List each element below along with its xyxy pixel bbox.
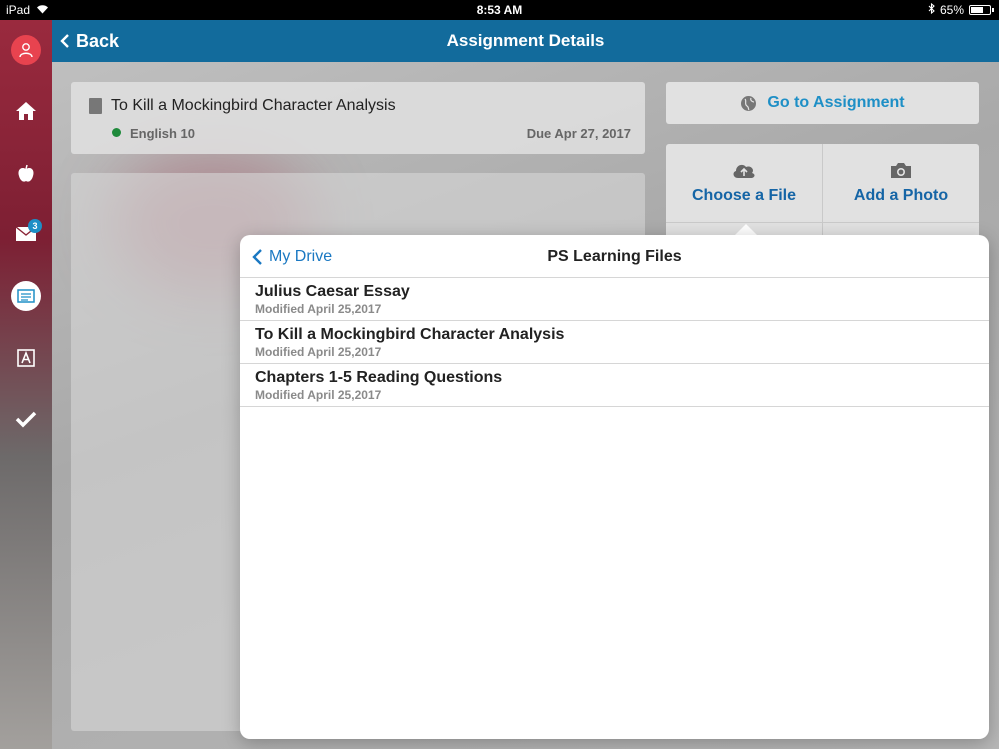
test-icon (17, 349, 35, 367)
sidebar-item-home[interactable] (0, 91, 52, 131)
go-to-assignment-button[interactable]: Go to Assignment (666, 82, 979, 124)
file-row[interactable]: To Kill a Mockingbird Character Analysis… (240, 321, 989, 364)
file-list: Julius Caesar Essay Modified April 25,20… (240, 278, 989, 407)
sidebar-item-mail[interactable]: 3 (0, 214, 52, 254)
camera-icon (891, 163, 911, 178)
cloud-upload-icon (733, 164, 755, 178)
file-modified: Modified April 25,2017 (255, 345, 382, 359)
assignment-title: To Kill a Mockingbird Character Analysis (111, 97, 396, 114)
choose-file-button[interactable]: Choose a File (666, 144, 822, 222)
notebook-icon (89, 98, 102, 114)
battery-percent: 65% (939, 3, 964, 17)
file-row[interactable]: Julius Caesar Essay Modified April 25,20… (240, 278, 989, 321)
file-name: To Kill a Mockingbird Character Analysis (255, 326, 565, 343)
globe-icon (741, 95, 757, 111)
status-time: 8:53 AM (476, 3, 523, 17)
battery-icon (969, 5, 994, 15)
sidebar-item-grades[interactable] (0, 154, 52, 194)
sidebar-item-profile[interactable] (0, 30, 52, 70)
popover-header: My Drive PS Learning Files (240, 235, 989, 278)
assignment-card: To Kill a Mockingbird Character Analysis… (71, 82, 645, 154)
add-photo-button[interactable]: Add a Photo (823, 144, 979, 222)
status-bar: iPad 8:53 AM 65% (0, 0, 999, 20)
avatar (11, 35, 41, 65)
divider (666, 222, 979, 223)
file-modified: Modified April 25,2017 (255, 388, 382, 402)
sidebar-item-assignments[interactable] (0, 276, 52, 316)
sidebar-item-test[interactable] (0, 338, 52, 378)
file-name: Julius Caesar Essay (255, 283, 410, 300)
bluetooth-icon (928, 2, 935, 17)
sidebar: 3 (0, 20, 52, 749)
home-icon (16, 102, 36, 120)
sidebar-item-completed[interactable] (0, 399, 52, 439)
file-name: Chapters 1-5 Reading Questions (255, 369, 503, 386)
assignment-due-date: Due Apr 27, 2017 (526, 126, 631, 141)
apple-icon (18, 164, 34, 182)
assignments-icon (11, 281, 41, 311)
popover-title: PS Learning Files (547, 248, 682, 265)
nav-bar: Back Assignment Details (52, 20, 999, 62)
go-to-assignment-label: Go to Assignment (767, 94, 905, 111)
file-row[interactable]: Chapters 1-5 Reading Questions Modified … (240, 364, 989, 407)
mail-badge: 3 (28, 219, 42, 233)
assignment-class: English 10 (130, 126, 196, 141)
class-status-dot (112, 128, 121, 137)
choose-file-label: Choose a File (691, 187, 797, 204)
user-icon (19, 43, 33, 58)
page-title: Assignment Details (446, 31, 605, 50)
file-modified: Modified April 25,2017 (255, 302, 382, 316)
file-picker-popover: My Drive PS Learning Files Julius Caesar… (240, 235, 989, 739)
checkmark-icon (15, 411, 37, 428)
add-photo-label: Add a Photo (853, 187, 949, 204)
upload-options: Choose a File Add a Photo (666, 144, 979, 244)
